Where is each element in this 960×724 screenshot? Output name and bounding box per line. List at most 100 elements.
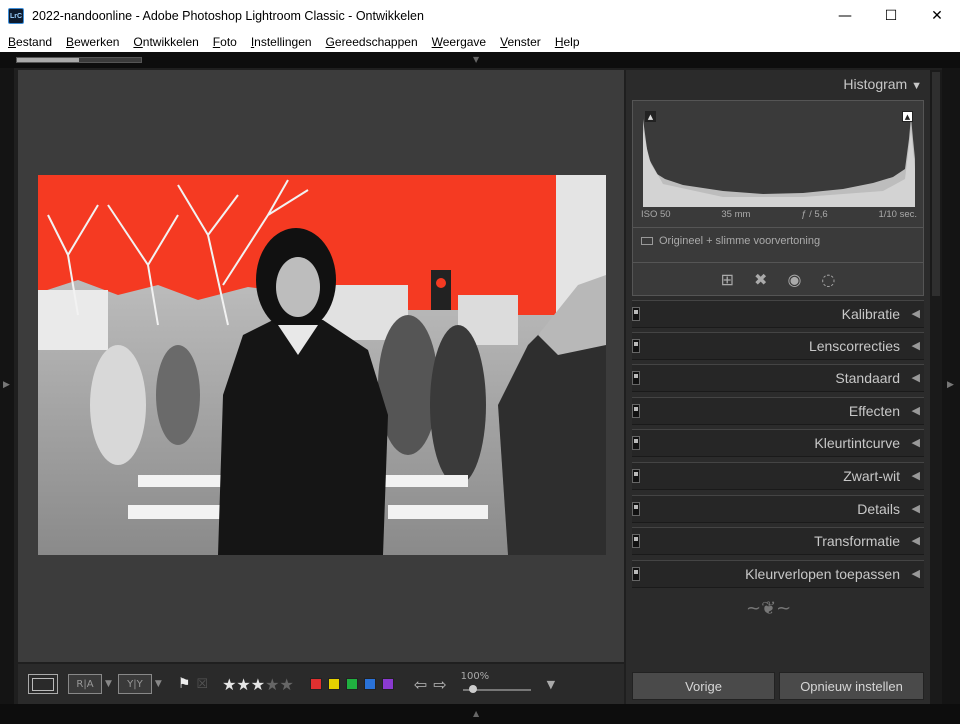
histogram-graph[interactable]: ▲ ▲ <box>643 109 915 207</box>
preview-status: Origineel + slimme voorvertoning <box>641 235 820 247</box>
photo-image <box>38 175 606 555</box>
scrollbar-thumb[interactable] <box>932 72 940 296</box>
preview-icon <box>641 237 653 245</box>
iso-value: ISO 50 <box>641 209 671 220</box>
color-label-swatch[interactable] <box>309 678 322 690</box>
expand-triangle-icon: ◀ <box>911 372 920 384</box>
next-photo-arrow-icon[interactable]: ⇨ <box>433 675 446 694</box>
left-panel-toggle-icon[interactable]: ▶ <box>3 380 10 390</box>
menu-help-label: elp <box>563 35 580 49</box>
previous-photo-arrow-icon[interactable]: ⇦ <box>414 675 427 694</box>
star-rating[interactable]: ★ ★ ★ ★ ★ <box>222 675 294 694</box>
flag-pick-icon[interactable]: ⚑ <box>178 676 191 692</box>
menu-bestand[interactable]: Bestand <box>8 35 52 49</box>
panel-switch-icon[interactable] <box>632 567 640 581</box>
panel-switch-icon[interactable] <box>632 469 640 483</box>
menu-bar: Bestand Bewerken Ontwikkelen Foto Instel… <box>0 32 960 52</box>
panel-switch-icon[interactable] <box>632 436 640 450</box>
left-panel-edge[interactable]: ▶ <box>0 68 14 704</box>
expand-triangle-icon: ◀ <box>911 535 920 547</box>
panel-section-lenscorrecties[interactable]: Lenscorrecties ◀ <box>632 332 924 360</box>
zoom-slider-thumb[interactable] <box>468 685 477 693</box>
panel-end-ornament-icon: ~❦~ <box>746 598 792 619</box>
panel-switch-icon[interactable] <box>632 371 640 385</box>
color-label-swatch[interactable] <box>327 678 340 690</box>
expand-triangle-icon: ◀ <box>911 470 920 482</box>
filmstrip-toggle-icon[interactable]: ▲ <box>473 709 479 718</box>
histogram-curve <box>643 109 915 207</box>
highlight-clipping-icon[interactable]: ▲ <box>902 111 913 122</box>
right-panel-scrollbar[interactable] <box>930 70 942 704</box>
menu-bewerken[interactable]: Bewerken <box>66 35 119 49</box>
star-icon[interactable]: ★ <box>222 675 236 694</box>
top-panel-toggle-icon[interactable]: ▼ <box>473 55 479 64</box>
red-eye-icon[interactable]: ◉ <box>787 270 801 289</box>
top-panel-strip: ▼ <box>0 52 960 68</box>
zoom-level: 100% <box>460 671 490 682</box>
menu-venster[interactable]: Venster <box>500 35 541 49</box>
progress-fill <box>17 58 79 62</box>
histogram-header[interactable]: Histogram ▼ <box>843 76 922 92</box>
maximize-icon[interactable]: ☐ <box>868 0 914 32</box>
tool-strip: ⊞ ✖ ◉ ◌ <box>632 262 924 296</box>
loupe-view-icon <box>32 677 54 691</box>
panel-switch-icon[interactable] <box>632 534 640 548</box>
menu-help[interactable]: Help <box>555 35 580 49</box>
panel-switch-icon[interactable] <box>632 404 640 418</box>
color-label-swatch[interactable] <box>381 678 394 690</box>
before-after-lr-button[interactable]: R|A <box>68 674 102 694</box>
crop-icon[interactable]: ⊞ <box>721 270 734 289</box>
menu-instellingen-label: nstellingen <box>254 35 312 49</box>
panel-switch-icon[interactable] <box>632 339 640 353</box>
expand-triangle-icon: ◀ <box>911 437 920 449</box>
menu-instellingen[interactable]: Instellingen <box>251 35 312 49</box>
menu-gereedschappen[interactable]: Gereedschappen <box>326 35 418 49</box>
shadow-clipping-icon[interactable]: ▲ <box>645 111 656 122</box>
menu-weergave[interactable]: Weergave <box>432 35 486 49</box>
color-label-swatch[interactable] <box>363 678 376 690</box>
loupe-view-button[interactable] <box>28 674 58 694</box>
star-icon[interactable]: ★ <box>236 675 250 694</box>
photo-preview[interactable] <box>38 175 606 555</box>
panel-section-effecten[interactable]: Effecten ◀ <box>632 397 924 425</box>
star-icon[interactable]: ★ <box>279 675 293 694</box>
bottom-panel-strip: ▲ <box>0 704 960 724</box>
panel-switch-icon[interactable] <box>632 502 640 516</box>
panel-switch-icon[interactable] <box>632 307 640 321</box>
star-icon[interactable]: ★ <box>251 675 265 694</box>
section-title: Effecten <box>848 403 900 419</box>
color-label-swatch[interactable] <box>345 678 358 690</box>
minimize-icon[interactable]: — <box>822 0 868 32</box>
panel-section-zwart-wit[interactable]: Zwart-wit ◀ <box>632 462 924 490</box>
panel-section-kleurverlopen-toepassen[interactable]: Kleurverlopen toepassen ◀ <box>632 560 924 588</box>
menu-ontwikkelen[interactable]: Ontwikkelen <box>133 35 198 49</box>
panel-section-kalibratie[interactable]: Kalibratie ◀ <box>632 300 924 328</box>
star-icon[interactable]: ★ <box>265 675 279 694</box>
close-icon[interactable]: ✕ <box>914 0 960 32</box>
divider <box>633 227 923 228</box>
toolbar-options-dropdown-icon[interactable]: ▼ <box>547 678 555 691</box>
before-after-tb-dropdown-icon[interactable]: ▼ <box>155 679 162 689</box>
before-after-dropdown-icon[interactable]: ▼ <box>105 679 112 689</box>
lightroom-app-icon: LrC <box>8 8 24 24</box>
panel-section-details[interactable]: Details ◀ <box>632 495 924 523</box>
section-title: Kalibratie <box>841 306 900 322</box>
panel-section-transformatie[interactable]: Transformatie ◀ <box>632 527 924 555</box>
color-labels <box>309 678 400 690</box>
shutter-speed: 1/10 sec. <box>878 209 917 220</box>
masking-icon[interactable]: ◌ <box>821 270 835 289</box>
spot-removal-icon[interactable]: ✖ <box>754 270 767 289</box>
flag-reject-icon[interactable]: ☒ <box>196 677 208 692</box>
before-after-tb-button[interactable]: Y|Y <box>117 674 152 694</box>
section-title: Zwart-wit <box>843 468 900 484</box>
panel-section-kleurtintcurve[interactable]: Kleurtintcurve ◀ <box>632 429 924 457</box>
menu-gereedschappen-label: ereedschappen <box>334 35 418 49</box>
right-panel-edge[interactable]: ▶ <box>942 68 960 704</box>
menu-foto[interactable]: Foto <box>213 35 237 49</box>
aperture: ƒ / 5,6 <box>801 209 828 220</box>
panel-section-standaard[interactable]: Standaard ◀ <box>632 364 924 392</box>
right-panel-toggle-icon[interactable]: ▶ <box>947 380 954 390</box>
reset-button[interactable]: Opnieuw instellen <box>779 672 924 700</box>
previous-settings-button[interactable]: Vorige <box>632 672 775 700</box>
right-panel: Histogram ▼ ▲ ▲ ISO 50 35 mm ƒ / 5,6 1/1… <box>626 70 930 704</box>
